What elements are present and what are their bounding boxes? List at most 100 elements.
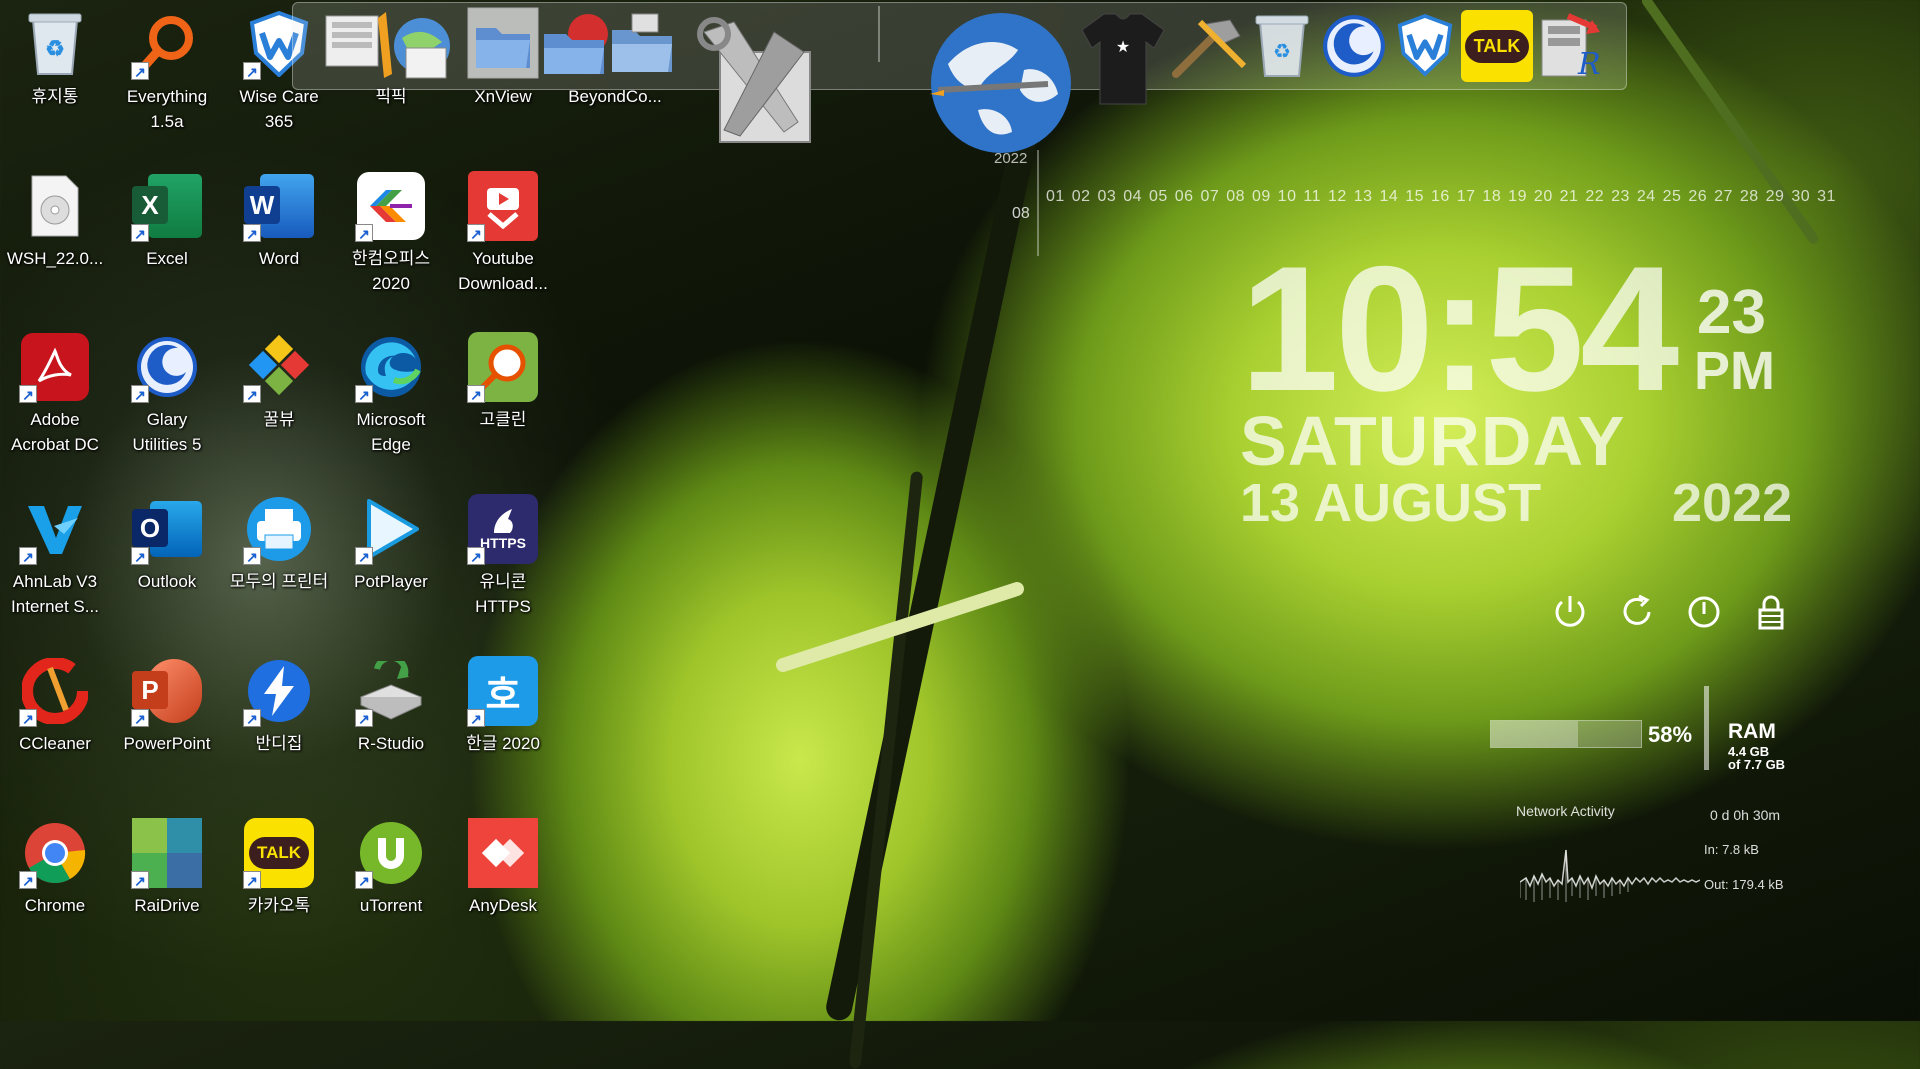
excel-icon: X ↗: [131, 170, 203, 242]
desktop-icon-label: 한글 2020: [466, 734, 540, 753]
power-icon: [1555, 596, 1585, 627]
hangul-icon: 호 ↗: [467, 655, 539, 727]
desktop-icon-v3[interactable]: ↗ AhnLab V3 Internet S...: [5, 493, 105, 619]
desktop-icon-kakaotalk[interactable]: TALK ↗ 카카오톡: [229, 817, 329, 918]
desktop-icon-bandizip[interactable]: ↗ 반디집: [229, 655, 329, 756]
shortcut-arrow-icon: ↗: [243, 871, 261, 889]
dock-r-studio[interactable]: R: [1538, 12, 1604, 87]
desktop-icon-label: Excel: [146, 249, 188, 268]
desktop-icon-everything[interactable]: ↗ Everything 1.5a: [117, 8, 217, 134]
acrobat-icon: ↗: [19, 331, 91, 403]
desktop-icon-raidrive[interactable]: ↗ RaiDrive: [117, 817, 217, 918]
shortcut-arrow-icon: ↗: [355, 709, 373, 727]
dock-glary-utilities[interactable]: [1320, 12, 1388, 85]
desktop-icon-ccleaner[interactable]: ↗ CCleaner: [5, 655, 105, 756]
calendar-month: 08: [1012, 205, 1030, 222]
dock-network-folder[interactable]: [608, 10, 678, 85]
restart-icon: [1623, 594, 1651, 625]
svg-text:R: R: [1577, 47, 1601, 82]
folder-icon: [540, 14, 610, 82]
desktop-icon-hancom-office[interactable]: ↗ 한컴오피스 2020: [341, 170, 441, 296]
dock-screenshot-tool[interactable]: [322, 8, 452, 89]
word-icon: W ↗: [243, 170, 315, 242]
svg-text:♻: ♻: [1273, 41, 1291, 63]
disc-image-icon: [19, 170, 91, 242]
desktop-icon-unicorn-https[interactable]: HTTPS ↗ 유니콘 HTTPS: [453, 493, 553, 619]
desktop-icon-r-studio[interactable]: ↗ R-Studio: [341, 655, 441, 756]
desktop-icon-label: 고클린: [479, 410, 527, 429]
desktop-icon-wsh[interactable]: WSH_22.0...: [5, 170, 105, 271]
desktop-icon-anydesk[interactable]: AnyDesk: [453, 817, 553, 918]
desktop-icon-label: 꿀뷰: [263, 410, 295, 429]
clock-date: 13 AUGUST: [1240, 473, 1542, 533]
shortcut-arrow-icon: ↗: [243, 62, 261, 80]
shortcut-arrow-icon: ↗: [243, 385, 261, 403]
desktop-icon-excel[interactable]: X ↗ Excel: [117, 170, 217, 271]
desktop-icon-honeyview[interactable]: ↗ 꿀뷰: [229, 331, 329, 432]
ram-usage-bar: [1490, 720, 1642, 748]
dock-wise-care[interactable]: [1396, 12, 1454, 83]
dock-system-tools[interactable]: [694, 12, 828, 153]
desktop-icon-recycle-bin[interactable]: ♻ 휴지통: [5, 8, 105, 109]
desktop-icon-powerpoint[interactable]: P ↗ PowerPoint: [117, 655, 217, 756]
svg-text:♻: ♻: [45, 36, 65, 61]
shutdown-button[interactable]: [1550, 592, 1590, 632]
background-stem: [848, 471, 924, 1069]
desktop-icon-goclean[interactable]: ↗ 고클린: [453, 331, 553, 432]
logoff-button[interactable]: [1684, 592, 1724, 632]
shortcut-arrow-icon: ↗: [131, 547, 149, 565]
raidrive-icon: ↗: [131, 817, 203, 889]
desktop-icon-utorrent[interactable]: ↗ uTorrent: [341, 817, 441, 918]
calendar-days: 01 02 03 04 05 06 07 08 09 10 11 12 13 1…: [1046, 188, 1836, 205]
dock-folder-2[interactable]: [540, 8, 610, 83]
v3-icon: ↗: [19, 493, 91, 565]
desktop-icon-chrome[interactable]: ↗ Chrome: [5, 817, 105, 918]
ram-title: RAM: [1728, 720, 1776, 743]
shortcut-arrow-icon: ↗: [467, 709, 485, 727]
desktop-icon-outlook[interactable]: O ↗ Outlook: [117, 493, 217, 594]
folder-icon: [466, 7, 540, 86]
desktop-icon-label: 모두의 프린터: [229, 572, 329, 591]
desktop-icon-word[interactable]: W ↗ Word: [229, 170, 329, 271]
shortcut-arrow-icon: ↗: [19, 547, 37, 565]
system-tools-icon: [694, 17, 828, 152]
desktop-icon-potplayer[interactable]: ↗ PotPlayer: [341, 493, 441, 594]
wise-care-icon: [1396, 14, 1454, 82]
outlook-icon: O ↗: [131, 493, 203, 565]
dock-hammer[interactable]: [1170, 16, 1250, 85]
desktop-icon-edge[interactable]: ↗ Microsoft Edge: [341, 331, 441, 457]
restart-button[interactable]: [1617, 592, 1657, 632]
glary-utilities-icon: ↗: [131, 331, 203, 403]
shortcut-arrow-icon: ↗: [355, 871, 373, 889]
desktop-icon-printer[interactable]: ↗ 모두의 프린터: [229, 493, 329, 594]
youtube-downloader-icon: ↗: [467, 170, 539, 242]
clock-weekday: SATURDAY: [1240, 402, 1626, 480]
ram-usage-fill: [1491, 721, 1578, 747]
desktop-icon-acrobat[interactable]: ↗ Adobe Acrobat DC: [5, 331, 105, 457]
shortcut-arrow-icon: ↗: [467, 547, 485, 565]
clock-year: 2022: [1672, 473, 1793, 533]
desktop-icon-label: PowerPoint: [123, 734, 211, 753]
dock-recycle-bin[interactable]: ♻: [1254, 12, 1310, 85]
hancom-office-icon: ↗: [355, 170, 427, 242]
network-in: In: 7.8 kB: [1704, 842, 1759, 857]
dock-folder[interactable]: [466, 4, 540, 87]
powerpoint-icon: P ↗: [131, 655, 203, 727]
lock-button[interactable]: [1751, 592, 1791, 632]
background-stem: [1640, 0, 1821, 246]
shortcut-arrow-icon: ↗: [467, 224, 485, 242]
r-studio-icon: R: [1538, 13, 1604, 86]
shortcut-arrow-icon: ↗: [131, 385, 149, 403]
dock-separator: [878, 6, 880, 62]
dock-globe[interactable]: [928, 10, 1074, 161]
shortcut-arrow-icon: ↗: [355, 224, 373, 242]
shortcut-arrow-icon: ↗: [19, 709, 37, 727]
desktop-icon-hangul[interactable]: 호 ↗ 한글 2020: [453, 655, 553, 756]
dock-kakaotalk[interactable]: TALK: [1461, 10, 1533, 82]
kakaotalk-icon: TALK ↗: [243, 817, 315, 889]
ram-total: of 7.7 GB: [1728, 757, 1786, 772]
desktop-icon-youtube-downloader[interactable]: ↗ Youtube Download...: [453, 170, 553, 296]
dock-tshirt[interactable]: ★: [1080, 8, 1166, 113]
desktop-icon-glary[interactable]: ↗ Glary Utilities 5: [117, 331, 217, 457]
calendar-year: 2022: [994, 150, 1028, 167]
